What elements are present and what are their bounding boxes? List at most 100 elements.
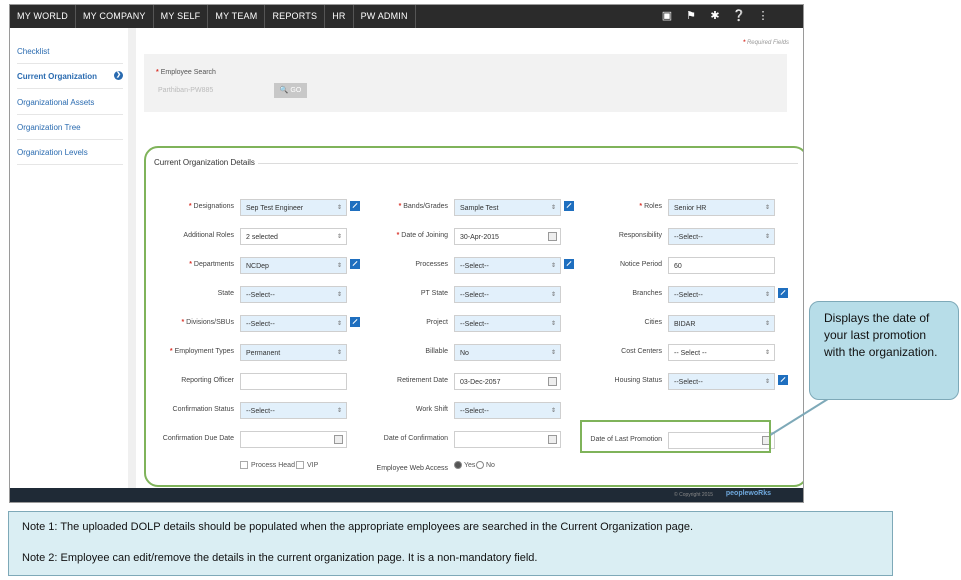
cost-centers-select[interactable]: -- Select -- ⇕ <box>668 344 775 361</box>
sidebar-divider <box>128 28 136 488</box>
book-icon[interactable]: ▣ <box>655 5 679 28</box>
flag-icon[interactable]: ⚑ <box>679 5 703 28</box>
project-select[interactable]: --Select-- ⇕ <box>454 315 561 332</box>
confirmation-status-select[interactable]: --Select-- ⇕ <box>240 402 347 419</box>
additional-roles-select[interactable]: 2 selected ⇕ <box>240 228 347 245</box>
confirmation-due-date-input[interactable] <box>240 431 347 448</box>
edit-icon[interactable] <box>778 288 788 298</box>
callout-box: Displays the date of your last promotion… <box>809 301 959 400</box>
sidebar: Checklist Current Organization ❯ Organiza… <box>10 28 128 488</box>
designations-select[interactable]: Sep Test Engineer ⇕ <box>240 199 347 216</box>
top-navigation: MY WORLD MY COMPANY MY SELF MY TEAM REPO… <box>10 5 803 28</box>
departments-label: * Departments <box>189 261 234 268</box>
housing-status-select[interactable]: --Select-- ⇕ <box>668 373 775 390</box>
employee-search-input[interactable]: Parthiban-PW885 <box>158 87 213 94</box>
calendar-icon[interactable] <box>548 232 557 241</box>
edit-icon[interactable] <box>778 375 788 385</box>
app-footer: © Copyright 2015 peoplewoRks <box>10 488 803 502</box>
notice-period-label: Notice Period <box>619 261 662 268</box>
date-of-joining-label: * Date of Joining <box>396 232 448 239</box>
section-divider <box>258 163 798 164</box>
confirmation-status-label: Confirmation Status <box>172 406 234 413</box>
cost-centers-label: Cost Centers <box>621 348 662 355</box>
designations-label: * Designations <box>188 203 234 210</box>
required-fields-note: * Required Fields <box>742 40 789 46</box>
work-shift-label: Work Shift <box>415 406 448 413</box>
work-shift-select[interactable]: --Select-- ⇕ <box>454 402 561 419</box>
bands-label: * Bands/Grades <box>398 203 448 210</box>
billable-select[interactable]: No ⇕ <box>454 344 561 361</box>
nav-my-world[interactable]: MY WORLD <box>10 5 76 28</box>
sidebar-item-organization-tree[interactable]: Organization Tree <box>17 123 123 140</box>
nav-my-team[interactable]: MY TEAM <box>208 5 266 28</box>
main-content: * Required Fields * Employee Search Part… <box>136 28 803 488</box>
notice-period-input[interactable]: 60 <box>668 257 775 274</box>
date-of-confirmation-input[interactable] <box>454 431 561 448</box>
date-of-confirmation-label: Date of Confirmation <box>383 435 448 442</box>
bands-select[interactable]: Sample Test ⇕ <box>454 199 561 216</box>
employment-types-select[interactable]: Permanent ⇕ <box>240 344 347 361</box>
nav-my-self[interactable]: MY SELF <box>154 5 209 28</box>
go-button[interactable]: 🔍 GO <box>274 83 307 98</box>
process-head-checkbox[interactable]: Process Head <box>240 461 295 469</box>
branches-select[interactable]: --Select-- ⇕ <box>668 286 775 303</box>
divisions-select[interactable]: --Select-- ⇕ <box>240 315 347 332</box>
departments-select[interactable]: NCDep ⇕ <box>240 257 347 274</box>
help-icon[interactable]: ❔ <box>727 5 751 28</box>
promotion-highlight-box <box>580 420 771 453</box>
chevron-right-icon: ❯ <box>114 71 123 80</box>
additional-roles-label: Additional Roles <box>183 232 234 239</box>
calendar-icon[interactable] <box>334 435 343 444</box>
nav-hr[interactable]: HR <box>325 5 354 28</box>
project-label: Project <box>426 319 448 326</box>
employee-web-access-label: Employee Web Access <box>376 465 448 472</box>
notes-panel: Note 1: The uploaded DOLP details should… <box>8 511 893 576</box>
processes-label: Processes <box>415 261 448 268</box>
pt-state-select[interactable]: --Select-- ⇕ <box>454 286 561 303</box>
radio-selected-icon <box>454 461 462 469</box>
cities-select[interactable]: BIDAR ⇕ <box>668 315 775 332</box>
divisions-label: * Divisions/SBUs <box>181 319 234 326</box>
tools-icon[interactable]: ✱ <box>703 5 727 28</box>
nav-pw-admin[interactable]: PW ADMIN <box>354 5 416 28</box>
reporting-officer-label: Reporting Officer <box>181 377 234 384</box>
nav-reports[interactable]: REPORTS <box>265 5 326 28</box>
cities-label: Cities <box>644 319 662 326</box>
calendar-icon[interactable] <box>548 435 557 444</box>
retirement-date-input[interactable]: 03-Dec-2057 <box>454 373 561 390</box>
housing-status-label: Housing Status <box>614 377 662 384</box>
copyright-text: © Copyright 2015 <box>674 492 713 498</box>
sidebar-item-label: Organization Tree <box>17 123 81 132</box>
employee-search-label: * Employee Search <box>156 69 216 76</box>
web-access-yes-radio[interactable]: Yes <box>454 461 475 469</box>
section-title: Current Organization Details <box>154 158 261 167</box>
state-label: State <box>217 290 234 297</box>
radio-icon <box>476 461 484 469</box>
processes-select[interactable]: --Select-- ⇕ <box>454 257 561 274</box>
responsibility-select[interactable]: --Select-- ⇕ <box>668 228 775 245</box>
confirmation-due-date-label: Confirmation Due Date <box>162 435 234 442</box>
nav-my-company[interactable]: MY COMPANY <box>76 5 154 28</box>
sidebar-item-current-organization[interactable]: Current Organization ❯ <box>17 71 123 89</box>
branches-label: Branches <box>632 290 662 297</box>
retirement-date-label: Retirement Date <box>397 377 448 384</box>
sidebar-item-organizational-assets[interactable]: Organizational Assets <box>17 98 123 115</box>
calendar-icon[interactable] <box>548 377 557 386</box>
checkbox-icon <box>240 461 248 469</box>
roles-select[interactable]: Senior HR ⇕ <box>668 199 775 216</box>
vip-checkbox[interactable]: VIP <box>296 461 318 469</box>
share-icon[interactable]: ⋮ <box>751 5 775 28</box>
pt-state-label: PT State <box>420 290 448 297</box>
web-access-no-radio[interactable]: No <box>476 461 495 469</box>
responsibility-label: Responsibility <box>618 232 662 239</box>
sidebar-item-checklist[interactable]: Checklist <box>17 47 123 64</box>
sidebar-item-label: Checklist <box>17 47 50 56</box>
sidebar-item-label: Organization Levels <box>17 148 88 157</box>
date-of-joining-input[interactable]: 30-Apr-2015 <box>454 228 561 245</box>
state-select[interactable]: --Select-- ⇕ <box>240 286 347 303</box>
search-icon: 🔍 <box>279 87 289 94</box>
sidebar-item-organization-levels[interactable]: Organization Levels <box>17 148 123 165</box>
employment-types-label: * Employment Types <box>169 348 234 355</box>
reporting-officer-input[interactable] <box>240 373 347 390</box>
billable-label: Billable <box>425 348 448 355</box>
